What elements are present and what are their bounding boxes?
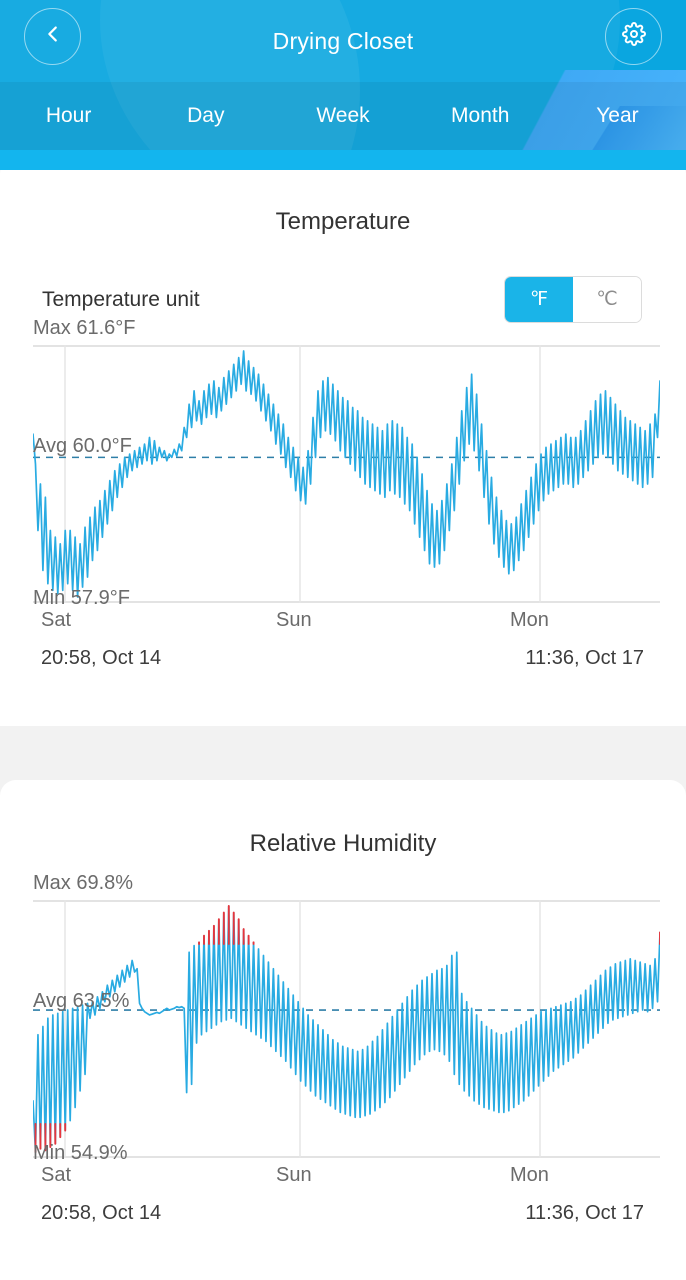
temperature-xtick-mon: Mon (510, 609, 549, 631)
header-topbar: Drying Closet (0, 0, 686, 82)
humidity-card: Relative Humidity Max 69.8% Avg 63.5% Mi… (0, 780, 686, 1280)
page-body: Temperature Temperature unit ℉ ℃ Max 61.… (0, 158, 686, 1280)
period-tabs: Hour Day Week Month Year (0, 82, 686, 150)
humidity-xtick-sun: Sun (276, 1164, 312, 1186)
humidity-chart[interactable]: Max 69.8% Avg 63.5% Min 54.9% (33, 872, 660, 1164)
temperature-xtime-left: 20:58, Oct 14 (41, 647, 162, 669)
app-header: Drying Closet Hour Day Week Month Year (0, 0, 686, 170)
humidity-x-axis: Sat 20:58, Oct 14 Sun Mon 11:36, Oct 17 (33, 1158, 660, 1244)
temperature-unit-label: Temperature unit (42, 287, 200, 311)
humidity-max-label: Max 69.8% (33, 872, 134, 894)
temperature-unit-toggle[interactable]: ℉ ℃ (504, 276, 642, 323)
temperature-xtime-right: 11:36, Oct 17 (525, 647, 644, 669)
temperature-xtick-sun: Sun (276, 609, 312, 631)
temperature-chart-wrap: Max 61.6°F Avg 60.0°F Min 57.9°F Sat 20:… (0, 317, 686, 689)
temperature-title: Temperature (275, 208, 411, 235)
back-button[interactable] (24, 8, 81, 65)
card-divider (0, 726, 686, 780)
temperature-unit-row: Temperature unit ℉ ℃ (0, 236, 686, 323)
humidity-title: Relative Humidity (249, 830, 437, 857)
humidity-xtime-right: 11:36, Oct 17 (525, 1202, 644, 1224)
chevron-left-icon (42, 23, 64, 50)
temperature-card: Temperature Temperature unit ℉ ℃ Max 61.… (0, 158, 686, 726)
unit-option-celsius[interactable]: ℃ (573, 277, 641, 322)
humidity-xtick-sat: Sat (41, 1164, 72, 1186)
unit-option-fahrenheit[interactable]: ℉ (505, 277, 573, 322)
humidity-xtick-mon: Mon (510, 1164, 549, 1186)
tab-week[interactable]: Week (274, 104, 411, 128)
temperature-plot (33, 345, 660, 603)
temperature-x-axis: Sat 20:58, Oct 14 Sun Mon 11:36, Oct 17 (33, 603, 660, 689)
gear-icon (621, 22, 646, 51)
humidity-xtime-left: 20:58, Oct 14 (41, 1202, 162, 1224)
tab-day[interactable]: Day (137, 104, 274, 128)
temperature-chart[interactable]: Max 61.6°F Avg 60.0°F Min 57.9°F (33, 317, 660, 609)
page-title: Drying Closet (272, 27, 414, 54)
settings-button[interactable] (605, 8, 662, 65)
tab-month[interactable]: Month (412, 104, 549, 128)
tab-hour[interactable]: Hour (0, 104, 137, 128)
header-bottom-band (0, 150, 686, 170)
humidity-chart-wrap: Max 69.8% Avg 63.5% Min 54.9% Sat 20:58,… (0, 872, 686, 1244)
humidity-plot (33, 900, 660, 1158)
temperature-xtick-sat: Sat (41, 609, 72, 631)
tab-year[interactable]: Year (549, 104, 686, 128)
